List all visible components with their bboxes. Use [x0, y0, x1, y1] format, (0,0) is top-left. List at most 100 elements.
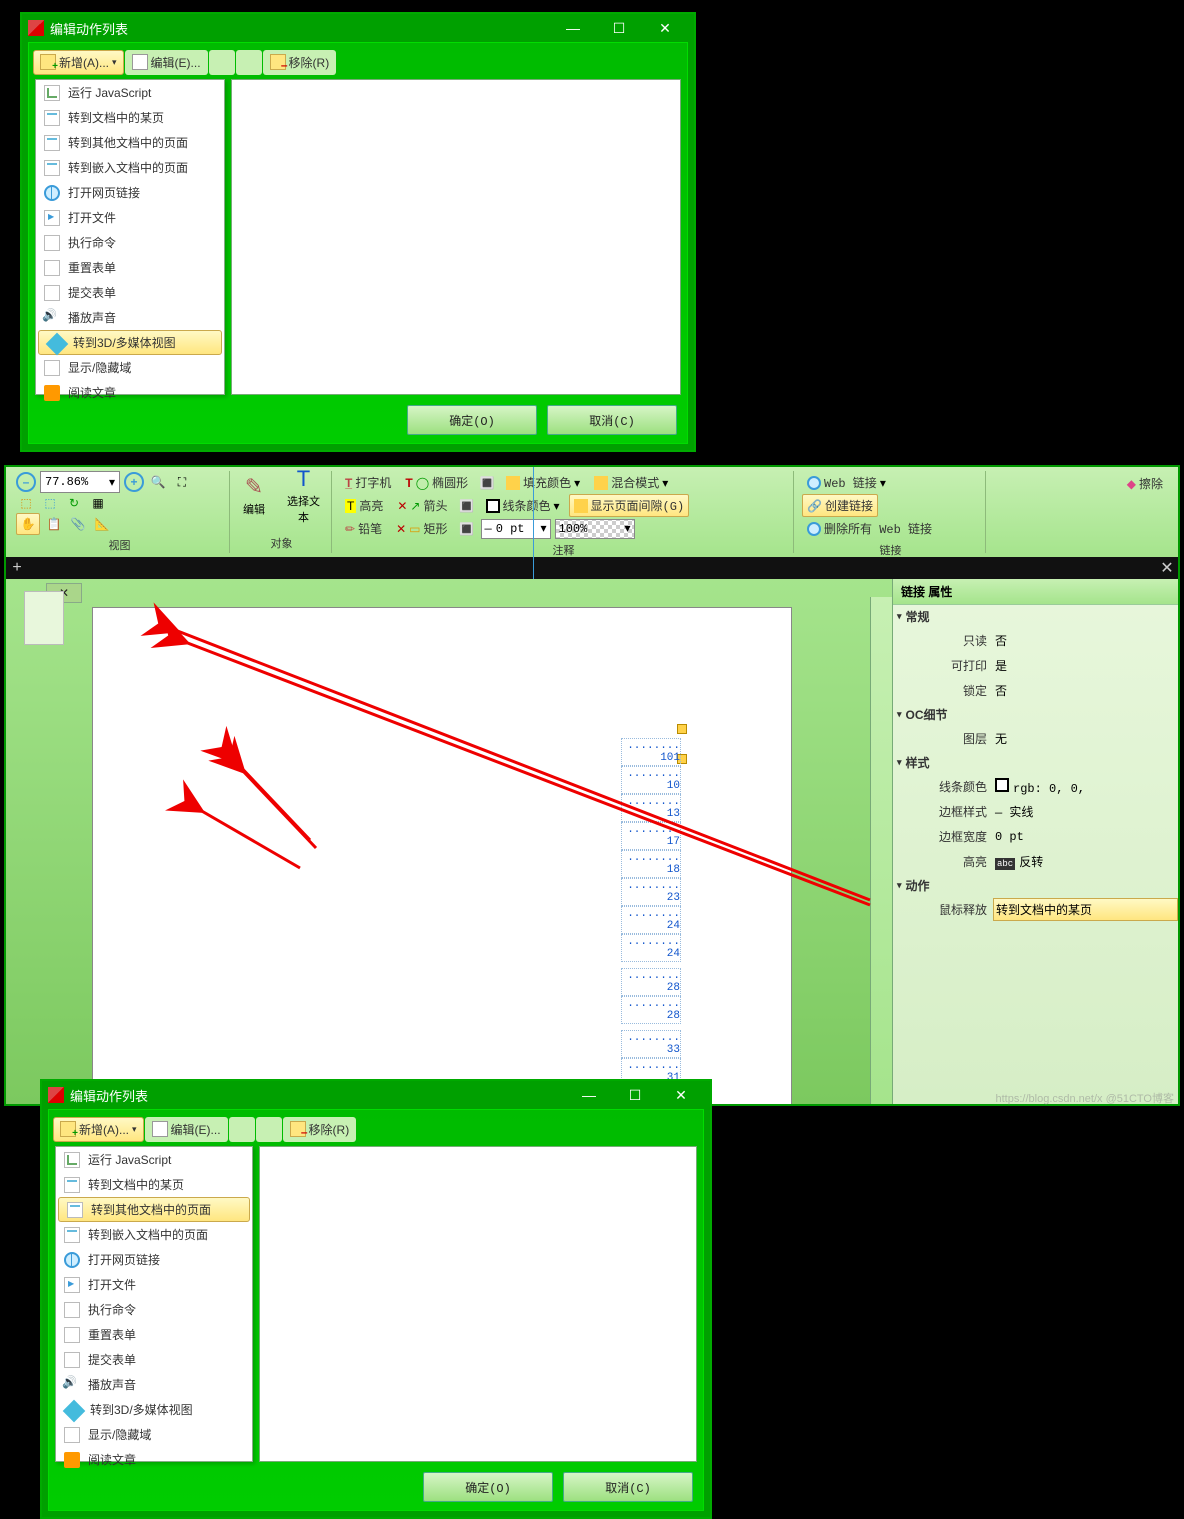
- menu-item[interactable]: 转到文档中的某页: [36, 105, 224, 130]
- menu-item[interactable]: 转到其他文档中的页面: [58, 1197, 250, 1222]
- prop-mouse-up[interactable]: 鼠标释放转到文档中的某页: [893, 897, 1178, 922]
- nav-panel-stub[interactable]: [24, 591, 64, 645]
- zoom-input[interactable]: 77.86%▾: [40, 471, 120, 493]
- show-page-gap-button[interactable]: 显示页面间隙(G): [569, 494, 690, 517]
- menu-item[interactable]: 提交表单: [56, 1347, 252, 1372]
- maximize-button[interactable]: ☐: [612, 1081, 658, 1109]
- add-button[interactable]: 新增(A)...▾: [53, 1117, 144, 1142]
- menu-item[interactable]: 转到其他文档中的页面: [36, 130, 224, 155]
- move-up-button[interactable]: [229, 1117, 255, 1142]
- pdf-page[interactable]: ........ 101........ 10........ 13......…: [92, 607, 792, 1104]
- action-type-menu[interactable]: 运行 JavaScript转到文档中的某页转到其他文档中的页面转到嵌入文档中的页…: [35, 79, 225, 395]
- menu-item[interactable]: 打开文件: [56, 1272, 252, 1297]
- fill-color-button[interactable]: 填充颜色▾: [501, 471, 585, 494]
- ok-button[interactable]: 确定(O): [423, 1472, 553, 1502]
- snapshot-icon[interactable]: 📋: [44, 514, 64, 534]
- stroke-width-input[interactable]: —0 pt▾: [481, 519, 551, 539]
- prop-printable[interactable]: 是: [993, 655, 1178, 676]
- prop-layer[interactable]: 无: [993, 728, 1178, 749]
- menu-item[interactable]: 打开文件: [36, 205, 224, 230]
- move-down-button[interactable]: [256, 1117, 282, 1142]
- remove-button[interactable]: 移除(R): [283, 1117, 357, 1142]
- menu-item[interactable]: 阅读文章: [56, 1447, 252, 1472]
- menu-item[interactable]: 转到文档中的某页: [56, 1172, 252, 1197]
- section-style[interactable]: 样式: [893, 751, 1178, 774]
- titlebar[interactable]: 编辑动作列表 — ☐ ✕: [42, 1081, 710, 1109]
- color-b-icon[interactable]: 🔳: [457, 496, 477, 516]
- menu-item[interactable]: 转到3D/多媒体视图: [38, 330, 222, 355]
- rotate-icon[interactable]: ↻: [64, 493, 84, 513]
- section-general[interactable]: 常规: [893, 605, 1178, 628]
- menu-item[interactable]: 阅读文章: [36, 380, 224, 405]
- menu-item[interactable]: 提交表单: [36, 280, 224, 305]
- toc-link[interactable]: ........ 101: [621, 738, 681, 766]
- menu-item[interactable]: 转到嵌入文档中的页面: [56, 1222, 252, 1247]
- ellipse-button[interactable]: T◯椭圆形: [400, 471, 473, 494]
- toc-link[interactable]: ........ 28: [621, 968, 681, 996]
- document-area[interactable]: ✕ ........ 101........ 10........ 13....…: [6, 579, 892, 1104]
- create-link-button[interactable]: 🔗创建链接: [802, 494, 878, 517]
- delete-web-links-button[interactable]: 删除所有 Web 链接: [802, 517, 937, 540]
- prop-highlight[interactable]: abc反转: [993, 851, 1178, 872]
- move-down-button[interactable]: [236, 50, 262, 75]
- menu-item[interactable]: 运行 JavaScript: [56, 1147, 252, 1172]
- color-c-icon[interactable]: 🔳: [457, 519, 477, 539]
- menu-item[interactable]: 转到嵌入文档中的页面: [36, 155, 224, 180]
- edit-button[interactable]: 编辑(E)...: [145, 1117, 228, 1142]
- opacity-input[interactable]: 100%▾: [555, 519, 635, 539]
- typewriter-button[interactable]: T̲打字机: [340, 471, 396, 494]
- web-link-button[interactable]: Web 链接▾: [802, 471, 891, 494]
- new-tab-button[interactable]: +: [6, 557, 28, 579]
- close-button[interactable]: ✕: [658, 1081, 704, 1109]
- prop-border-style[interactable]: — 实线: [993, 801, 1178, 822]
- cancel-button[interactable]: 取消(C): [547, 405, 677, 435]
- link-annotations[interactable]: ........ 101........ 10........ 13......…: [621, 738, 681, 1104]
- zoom-out-button[interactable]: –: [16, 472, 36, 492]
- arrow-button[interactable]: ✕↗箭头: [392, 494, 452, 517]
- prop-border-width[interactable]: 0 pt: [993, 828, 1178, 846]
- pencil-button[interactable]: ✏铅笔: [340, 517, 387, 540]
- ok-button[interactable]: 确定(O): [407, 405, 537, 435]
- prop-readonly[interactable]: 否: [993, 630, 1178, 651]
- attach-icon[interactable]: 📎: [68, 514, 88, 534]
- actions-list[interactable]: [231, 79, 681, 395]
- toc-link[interactable]: ........ 24: [621, 906, 681, 934]
- color-a-icon[interactable]: 🔳: [477, 473, 497, 493]
- ruler-icon[interactable]: 📐: [92, 514, 112, 534]
- prop-locked[interactable]: 否: [993, 680, 1178, 701]
- menu-item[interactable]: 打开网页链接: [56, 1247, 252, 1272]
- maximize-button[interactable]: ☐: [596, 14, 642, 42]
- toc-link[interactable]: ........ 13: [621, 794, 681, 822]
- toc-link[interactable]: ........ 23: [621, 878, 681, 906]
- blend-mode-button[interactable]: 混合模式▾: [589, 471, 673, 494]
- menu-item[interactable]: 转到3D/多媒体视图: [56, 1397, 252, 1422]
- grid-icon[interactable]: ▦: [88, 493, 108, 513]
- add-button[interactable]: 新增(A)...▾: [33, 50, 124, 75]
- fit-width-icon[interactable]: ⬚: [40, 493, 60, 513]
- menu-item[interactable]: 播放声音: [56, 1372, 252, 1397]
- remove-button[interactable]: 移除(R): [263, 50, 337, 75]
- menu-item[interactable]: 运行 JavaScript: [36, 80, 224, 105]
- toc-link[interactable]: ........ 10: [621, 766, 681, 794]
- menu-item[interactable]: 执行命令: [56, 1297, 252, 1322]
- close-button[interactable]: ✕: [642, 14, 688, 42]
- document-tab-bar[interactable]: + ✕: [6, 557, 1178, 579]
- edit-icon[interactable]: ✎: [238, 473, 270, 501]
- menu-item[interactable]: 打开网页链接: [36, 180, 224, 205]
- vertical-scrollbar[interactable]: [870, 597, 892, 1104]
- minimize-button[interactable]: —: [550, 14, 596, 42]
- menu-item[interactable]: 播放声音: [36, 305, 224, 330]
- erase-button[interactable]: ◆擦除: [1122, 472, 1168, 495]
- actual-size-icon[interactable]: ⛶: [172, 472, 192, 492]
- hand-tool-icon[interactable]: ✋: [16, 513, 40, 535]
- toc-link[interactable]: ........ 18: [621, 850, 681, 878]
- menu-item[interactable]: 显示/隐藏域: [36, 355, 224, 380]
- toc-link[interactable]: ........ 28: [621, 996, 681, 1024]
- menu-item[interactable]: 重置表单: [36, 255, 224, 280]
- zoom-tool-icon[interactable]: 🔍: [148, 472, 168, 492]
- prop-stroke-color[interactable]: rgb: 0, 0,: [993, 776, 1178, 798]
- titlebar[interactable]: 编辑动作列表 — ☐ ✕: [22, 14, 694, 42]
- rect-button[interactable]: ✕▭矩形: [391, 517, 452, 540]
- section-oc[interactable]: OC细节: [893, 703, 1178, 726]
- highlight-button[interactable]: T高亮: [340, 494, 388, 517]
